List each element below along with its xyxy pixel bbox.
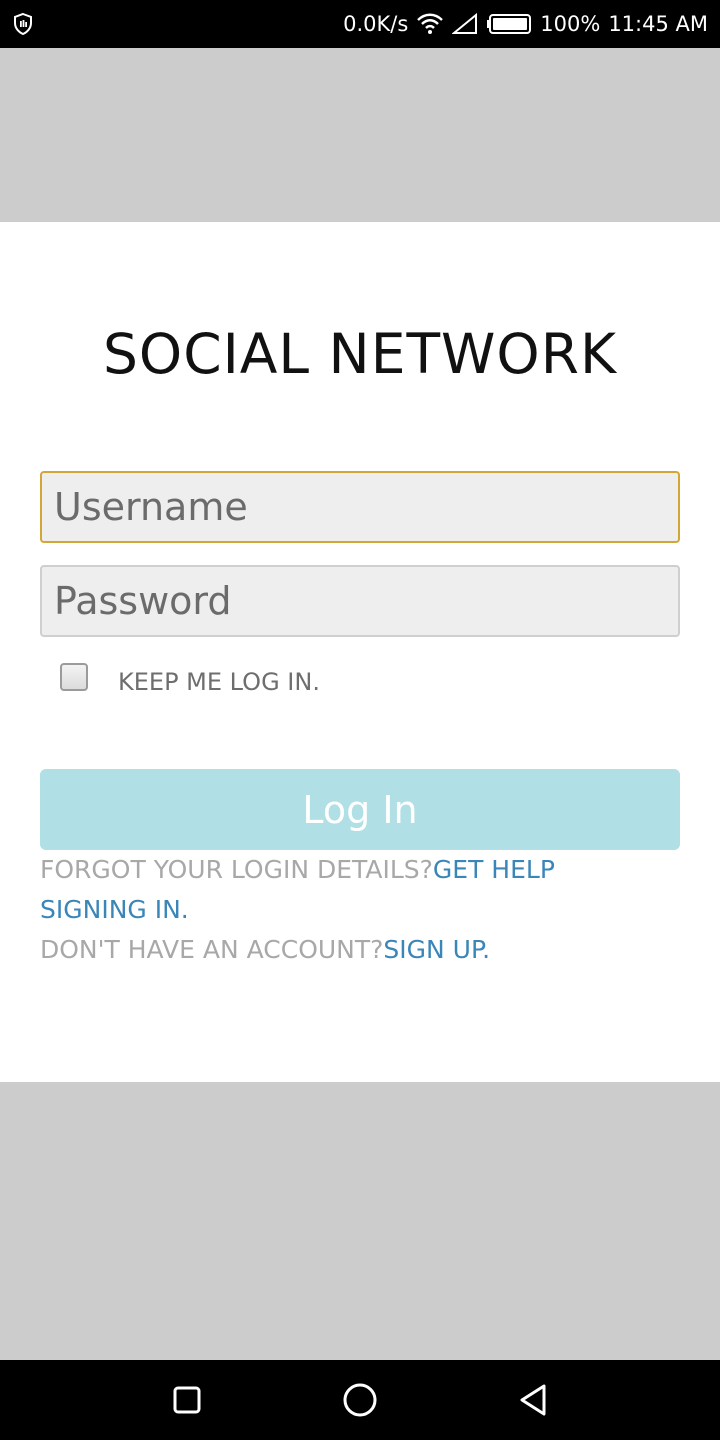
battery-percentage: 100%	[540, 12, 601, 36]
status-right: 0.0K/s 100% 11:45 AM	[343, 12, 708, 36]
login-button[interactable]: Log In	[40, 769, 680, 850]
forgot-login-text: FORGOT YOUR LOGIN DETAILS?GET HELP SIGNI…	[40, 850, 600, 930]
forgot-prompt: FORGOT YOUR LOGIN DETAILS?	[40, 855, 433, 884]
status-left	[12, 12, 34, 36]
wifi-icon	[416, 13, 444, 35]
keep-logged-in-row: KEEP ME LOG IN.	[60, 658, 320, 696]
bottom-backdrop	[0, 1082, 720, 1360]
keep-logged-in-checkbox[interactable]	[60, 663, 88, 691]
signup-text: DON'T HAVE AN ACCOUNT?SIGN UP.	[40, 930, 600, 970]
app-title: SOCIAL NETWORK	[102, 322, 618, 386]
home-button[interactable]	[330, 1370, 390, 1430]
signal-icon	[452, 13, 478, 35]
recent-apps-button[interactable]	[157, 1370, 217, 1430]
network-speed: 0.0K/s	[343, 12, 409, 36]
password-input[interactable]	[40, 565, 680, 637]
sign-up-link[interactable]: SIGN UP.	[383, 935, 490, 964]
navigation-bar	[0, 1360, 720, 1440]
clock: 11:45 AM	[608, 12, 708, 36]
triangle-back-icon	[517, 1383, 549, 1417]
shield-icon	[12, 12, 34, 36]
back-button[interactable]	[503, 1370, 563, 1430]
top-backdrop	[0, 48, 720, 222]
circle-home-icon	[342, 1382, 378, 1418]
username-input[interactable]	[40, 471, 680, 543]
square-recent-apps-icon	[172, 1385, 202, 1415]
battery-icon	[486, 13, 532, 35]
status-bar: 0.0K/s 100% 11:45 AM	[0, 0, 720, 48]
no-account-prompt: DON'T HAVE AN ACCOUNT?	[40, 935, 384, 964]
login-card: SOCIAL NETWORK KEEP ME LOG IN. Log In FO…	[0, 222, 720, 1082]
keep-logged-in-label: KEEP ME LOG IN.	[118, 668, 320, 696]
